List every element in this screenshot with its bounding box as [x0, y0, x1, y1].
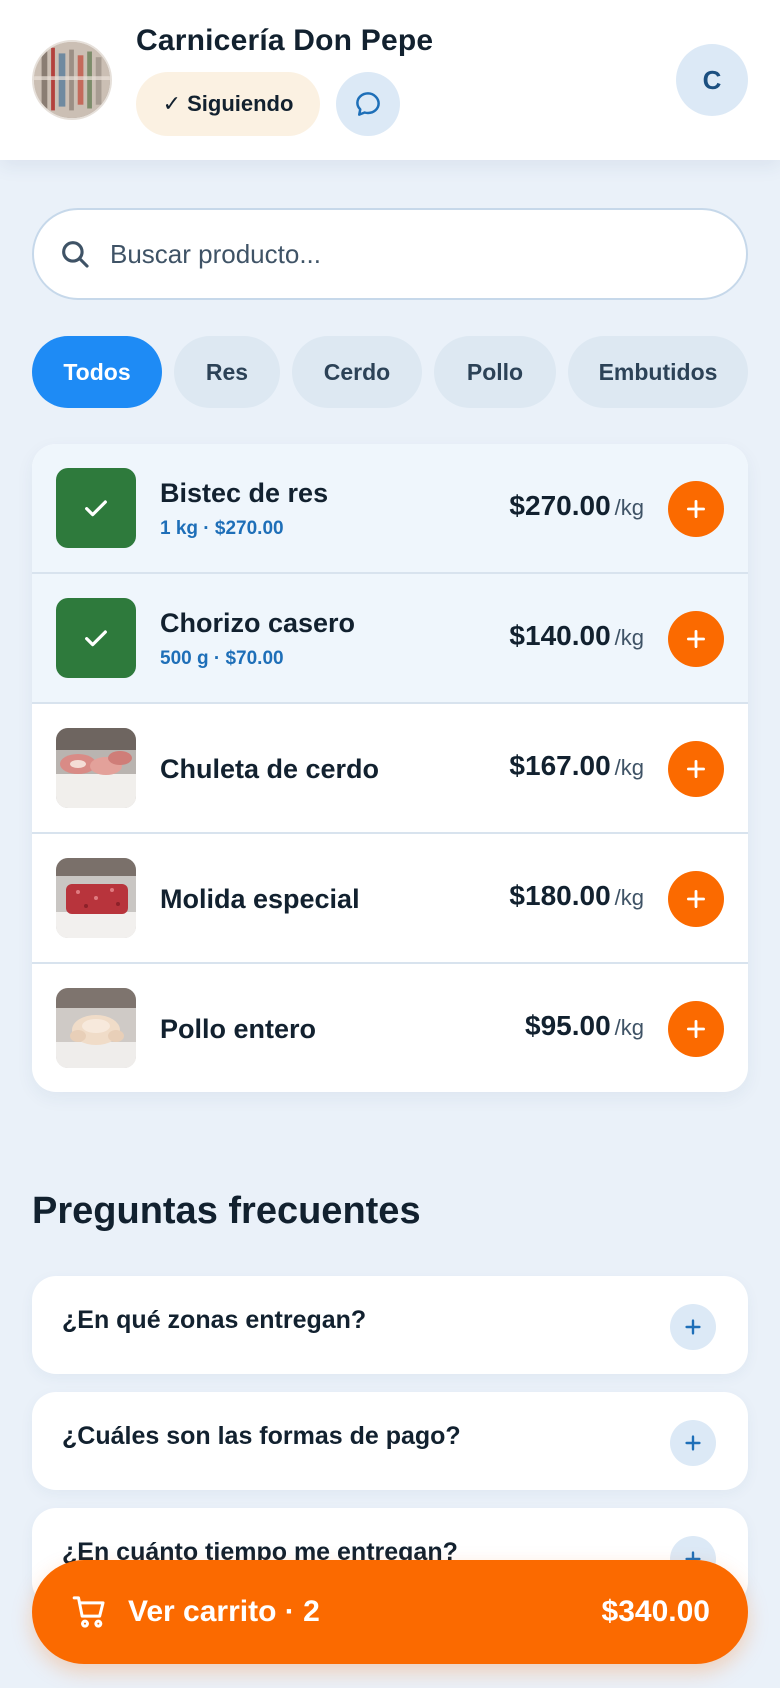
- price-unit: /kg: [614, 1015, 644, 1040]
- price-amount: $167.00: [509, 750, 611, 781]
- faq-item[interactable]: ¿Cuáles son las formas de pago?: [32, 1392, 748, 1490]
- ground-meat-photo: [56, 858, 136, 938]
- price-amount: $180.00: [509, 880, 611, 911]
- faq-question: ¿Cuáles son las formas de pago?: [62, 1422, 461, 1450]
- product-price: $167.00 /kg: [509, 750, 644, 782]
- whole-chicken-photo: [56, 988, 136, 1068]
- store-header: Carnicería Don Pepe ✓ Siguiendo C: [0, 0, 780, 160]
- add-to-cart-button[interactable]: [668, 871, 724, 927]
- plus-icon: [685, 1435, 701, 1451]
- product-selection: 500 g · $70.00: [160, 648, 284, 669]
- product-row[interactable]: Molida especial $180.00 /kg: [32, 834, 748, 964]
- chip-res[interactable]: Res: [174, 336, 280, 408]
- shopping-cart-icon: [72, 1596, 105, 1628]
- product-name: Chuleta de cerdo: [160, 754, 380, 784]
- cart-label: Ver carrito · 2: [128, 1595, 320, 1628]
- chat-button[interactable]: [336, 72, 400, 136]
- product-price: $270.00 /kg: [509, 490, 644, 522]
- plus-icon: [687, 890, 705, 908]
- product-name: Molida especial: [160, 884, 360, 914]
- product-price: $95.00 /kg: [525, 1010, 644, 1042]
- check-icon: [85, 630, 107, 647]
- add-to-cart-button[interactable]: [668, 481, 724, 537]
- faq-heading: Preguntas frecuentes: [32, 1190, 421, 1232]
- product-row[interactable]: Pollo entero $95.00 /kg: [32, 964, 748, 1092]
- search-input[interactable]: [110, 238, 690, 270]
- store-photo-icon: [34, 42, 110, 118]
- selected-checkbox[interactable]: [56, 598, 136, 678]
- add-to-cart-button[interactable]: [668, 741, 724, 797]
- product-name: Pollo entero: [160, 1014, 317, 1044]
- chip-todos[interactable]: Todos: [32, 336, 162, 408]
- chip-cerdo[interactable]: Cerdo: [292, 336, 422, 408]
- product-list: Bistec de res 1 kg · $270.00 $270.00 /kg…: [32, 444, 748, 1092]
- view-cart-button[interactable]: Ver carrito · 2 $340.00: [32, 1560, 748, 1664]
- store-avatar[interactable]: [32, 40, 112, 120]
- product-row[interactable]: Chuleta de cerdo $167.00 /kg: [32, 704, 748, 834]
- product-name: Bistec de res: [160, 478, 329, 508]
- following-button[interactable]: ✓ Siguiendo: [136, 72, 320, 136]
- product-price: $180.00 /kg: [509, 880, 644, 912]
- check-icon: [85, 500, 107, 517]
- plus-icon: [687, 630, 705, 648]
- product-row[interactable]: Bistec de res 1 kg · $270.00 $270.00 /kg: [32, 444, 748, 574]
- plus-icon: [687, 760, 705, 778]
- product-selection: 1 kg · $270.00: [160, 518, 284, 539]
- price-unit: /kg: [614, 625, 644, 650]
- price-amount: $270.00: [509, 490, 611, 521]
- price-unit: /kg: [614, 885, 644, 910]
- search-bar[interactable]: [32, 208, 748, 300]
- price-unit: /kg: [614, 755, 644, 780]
- store-name: Carnicería Don Pepe: [136, 24, 434, 57]
- chip-pollo[interactable]: Pollo: [434, 336, 556, 408]
- search-icon: [62, 241, 89, 268]
- faq-item[interactable]: ¿En qué zonas entregan?: [32, 1276, 748, 1374]
- price-amount: $95.00: [525, 1010, 611, 1041]
- user-avatar-button[interactable]: C: [676, 44, 748, 116]
- cart-total: $340.00: [601, 1595, 710, 1628]
- faq-expand-button[interactable]: [670, 1304, 716, 1350]
- category-chips: Todos Res Cerdo Pollo Embutidos: [32, 336, 780, 408]
- price-amount: $140.00: [509, 620, 611, 651]
- product-row[interactable]: Chorizo casero 500 g · $70.00 $140.00 /k…: [32, 574, 748, 704]
- add-to-cart-button[interactable]: [668, 1001, 724, 1057]
- chip-embutidos[interactable]: Embutidos: [568, 336, 748, 408]
- product-price: $140.00 /kg: [509, 620, 644, 652]
- add-to-cart-button[interactable]: [668, 611, 724, 667]
- pork-chop-photo: [56, 728, 136, 808]
- faq-expand-button[interactable]: [670, 1420, 716, 1466]
- chat-bubble-icon: [356, 92, 380, 116]
- selected-checkbox[interactable]: [56, 468, 136, 548]
- price-unit: /kg: [614, 495, 644, 520]
- plus-icon: [687, 500, 705, 518]
- product-name: Chorizo casero: [160, 608, 356, 638]
- faq-question: ¿En qué zonas entregan?: [62, 1306, 367, 1334]
- plus-icon: [685, 1319, 701, 1335]
- plus-icon: [687, 1020, 705, 1038]
